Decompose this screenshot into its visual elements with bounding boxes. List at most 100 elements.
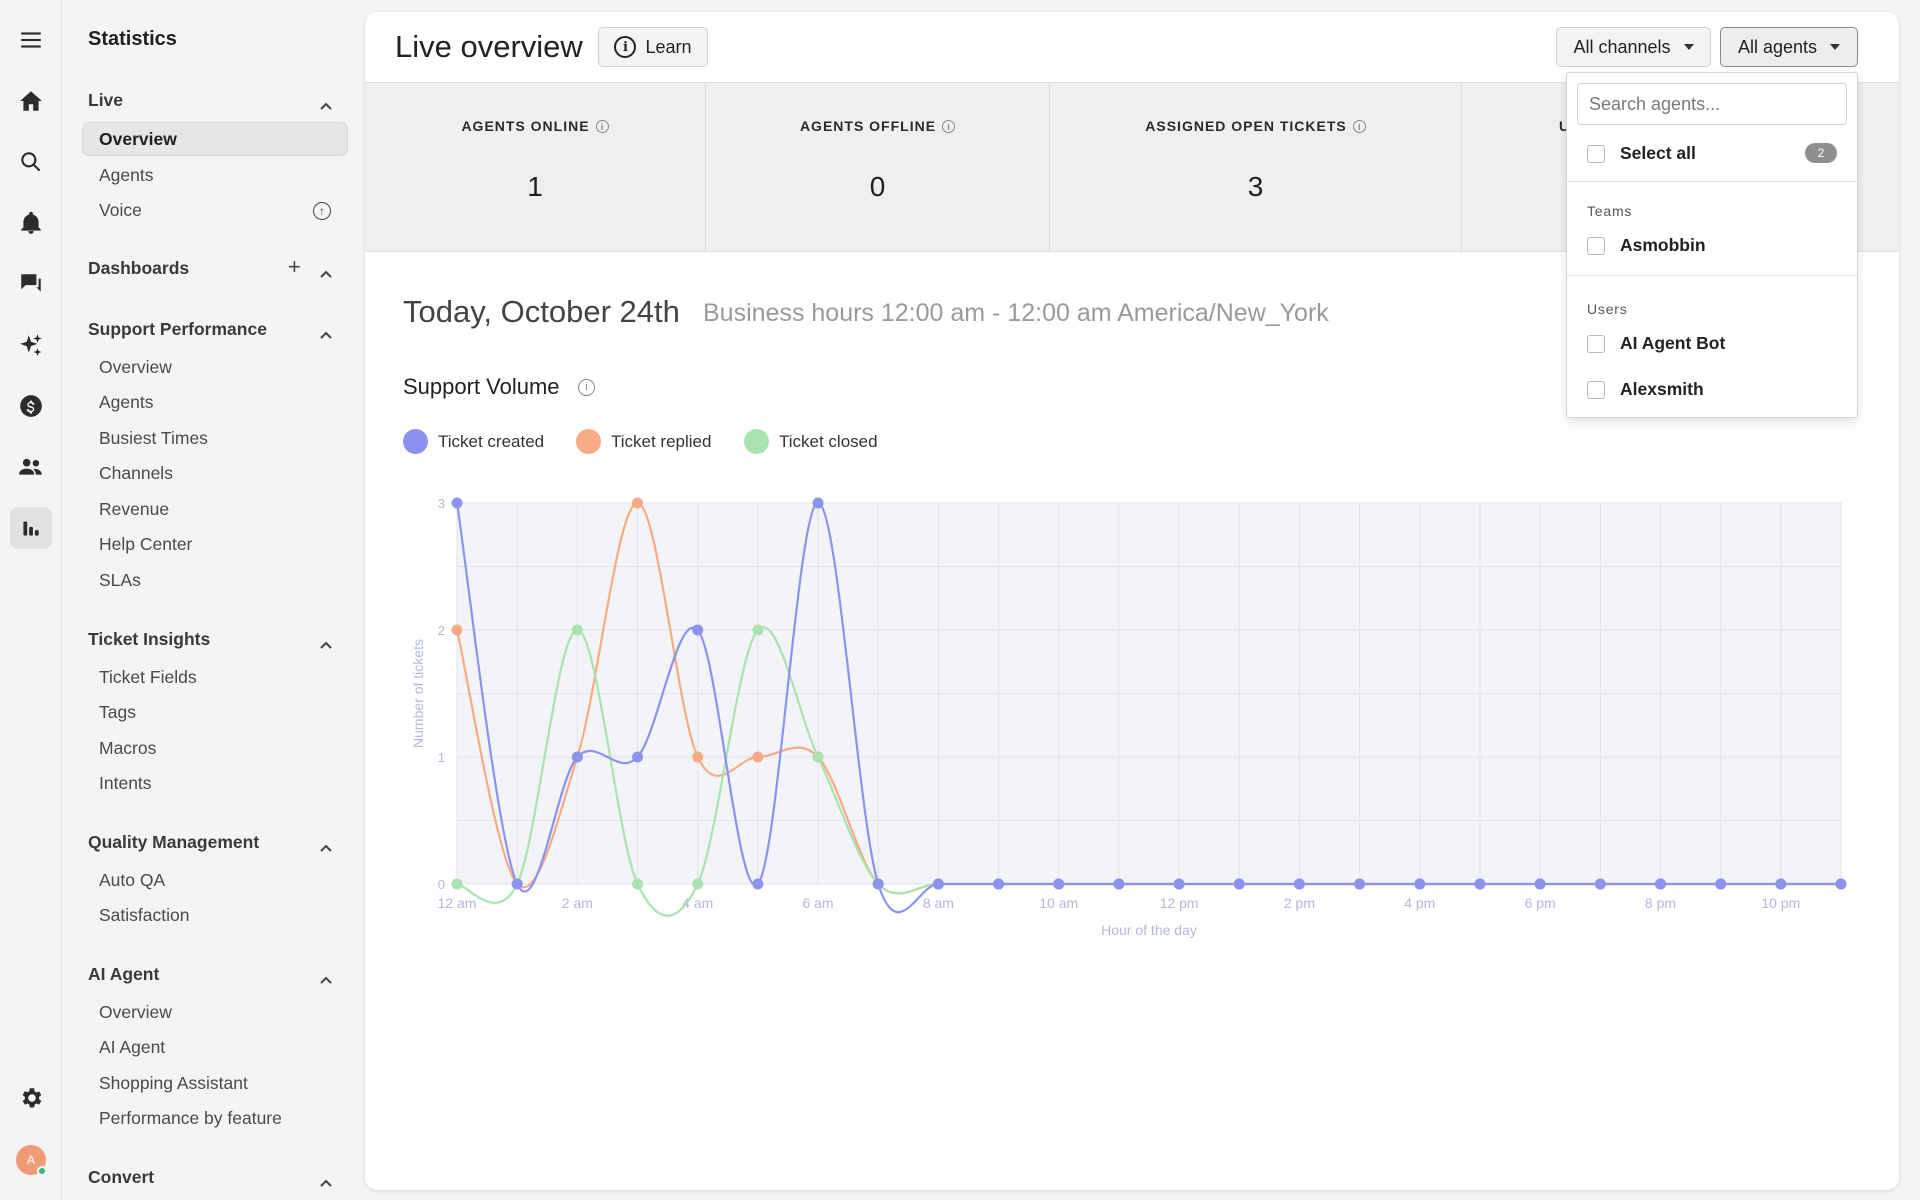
chevron-up-icon[interactable] [320,636,332,649]
legend-ticket-replied[interactable]: Ticket replied [576,429,711,454]
section-quality-management[interactable]: Quality Management [88,832,259,853]
kpi-value: 0 [869,171,886,202]
checkbox[interactable] [1587,334,1605,353]
sparkle-icon[interactable] [10,324,52,366]
data-point [1654,878,1666,890]
checkbox[interactable] [1587,236,1605,255]
chat-icon[interactable] [10,263,52,305]
data-point [571,751,583,763]
sidebar-item-ai-agent[interactable]: AI Agent [99,1037,165,1058]
sidebar-item-live-voice[interactable]: Voice [99,200,142,221]
chevron-up-icon[interactable] [320,839,332,852]
learn-button[interactable]: i Learn [598,27,708,67]
data-point [1414,878,1426,890]
info-icon[interactable]: i [1352,120,1366,133]
dollar-icon[interactable] [10,385,52,427]
sidebar-item-sp-agents[interactable]: Agents [99,392,153,413]
sidebar-item-auto-qa[interactable]: Auto QA [99,870,165,891]
section-convert[interactable]: Convert [88,1167,154,1188]
data-point [1474,878,1486,890]
data-point [632,497,644,509]
legend-dot [744,429,769,454]
x-tick-label: 8 am [923,895,954,911]
section-dashboards[interactable]: Dashboards [88,258,189,279]
bell-icon[interactable] [10,202,52,244]
users-icon[interactable] [10,446,52,488]
sidebar-item-macros[interactable]: Macros [99,738,156,759]
sidebar-item-performance-by-feature[interactable]: Performance by feature [99,1108,282,1129]
select-all-option[interactable]: Select all [1587,143,1696,164]
group-label-users: Users [1587,301,1628,317]
data-point [993,878,1005,890]
avatar-initial: A [26,1153,35,1167]
sidebar-item-satisfaction[interactable]: Satisfaction [99,905,189,926]
user-option[interactable]: AI Agent Bot [1587,333,1725,354]
info-icon: i [614,36,637,58]
select-all-label: Select all [1620,143,1696,163]
data-point [812,497,824,509]
chevron-up-icon[interactable] [320,1174,332,1187]
channels-filter-button[interactable]: All channels [1556,27,1711,67]
sidebar-item-revenue[interactable]: Revenue [99,499,169,520]
data-point [692,624,704,636]
icon-rail: A [0,0,62,1200]
sidebar-title: Statistics [88,28,177,50]
chart-icon[interactable] [10,507,52,549]
search-agents-input[interactable] [1577,83,1847,125]
legend-ticket-created[interactable]: Ticket created [403,429,544,454]
user-option[interactable]: Alexsmith [1587,379,1704,400]
sidebar-item-intents[interactable]: Intents [99,773,152,794]
sidebar-item-ai-overview[interactable]: Overview [99,1002,172,1023]
sidebar-item-sp-overview[interactable]: Overview [99,357,172,378]
checkbox[interactable] [1587,144,1605,163]
data-point [511,878,523,890]
caret-down-icon [1830,44,1841,50]
page-title: Live overview [395,29,583,64]
main-panel: Live overview i Learn All channels All a… [365,12,1899,1190]
gear-icon[interactable] [10,1077,52,1119]
checkbox[interactable] [1587,380,1605,399]
upgrade-arrow-icon[interactable]: ↑ [313,202,331,220]
info-icon[interactable]: i [942,120,956,133]
section-support-performance[interactable]: Support Performance [88,319,267,340]
agents-filter-label: All agents [1737,36,1818,57]
add-dashboard-icon[interactable]: + [288,254,301,280]
data-point [451,878,463,890]
info-icon[interactable]: i [595,120,609,133]
x-axis-label: Hour of the day [1101,922,1197,938]
data-point [1534,878,1546,890]
team-option[interactable]: Asmobbin [1587,235,1706,256]
sidebar-item-live-overview[interactable]: Overview [82,122,348,156]
home-icon[interactable] [10,80,52,122]
chevron-up-icon[interactable] [320,265,332,278]
info-icon[interactable]: i [578,379,595,396]
legend-ticket-closed[interactable]: Ticket closed [744,429,878,454]
menu-icon[interactable] [10,19,52,61]
sidebar-item-busiest-times[interactable]: Busiest Times [99,428,208,449]
sidebar-item-live-agents[interactable]: Agents [99,165,153,186]
kpi-value: 3 [1247,171,1264,202]
section-ai-agent[interactable]: AI Agent [88,964,159,985]
business-hours: Business hours 12:00 am - 12:00 am Ameri… [703,299,1329,327]
sidebar-item-tags[interactable]: Tags [99,702,136,723]
x-tick-label: 8 pm [1645,895,1676,911]
section-ticket-insights[interactable]: Ticket Insights [88,629,210,650]
team-label: Asmobbin [1620,235,1706,255]
chevron-up-icon[interactable] [320,326,332,339]
sidebar-item-help-center[interactable]: Help Center [99,534,192,555]
chevron-up-icon[interactable] [320,97,332,110]
chevron-up-icon[interactable] [320,971,332,984]
agents-dropdown: Select all 2 Teams Asmobbin Users AI Age… [1566,72,1858,418]
agents-filter-button[interactable]: All agents [1720,27,1858,67]
search-icon[interactable] [10,141,52,183]
data-point [932,878,944,890]
sidebar-item-slas[interactable]: SLAs [99,570,141,591]
sidebar-item-shopping-assistant[interactable]: Shopping Assistant [99,1073,248,1094]
section-live[interactable]: Live [88,90,123,111]
sidebar-item-channels[interactable]: Channels [99,463,173,484]
kpi-agents-online: AGENTS ONLINE i 1 [365,83,706,253]
sidebar-item-ticket-fields[interactable]: Ticket Fields [99,667,197,688]
avatar[interactable]: A [16,1145,47,1176]
y-axis-label: Number of tickets [410,639,426,748]
data-point [571,624,583,636]
